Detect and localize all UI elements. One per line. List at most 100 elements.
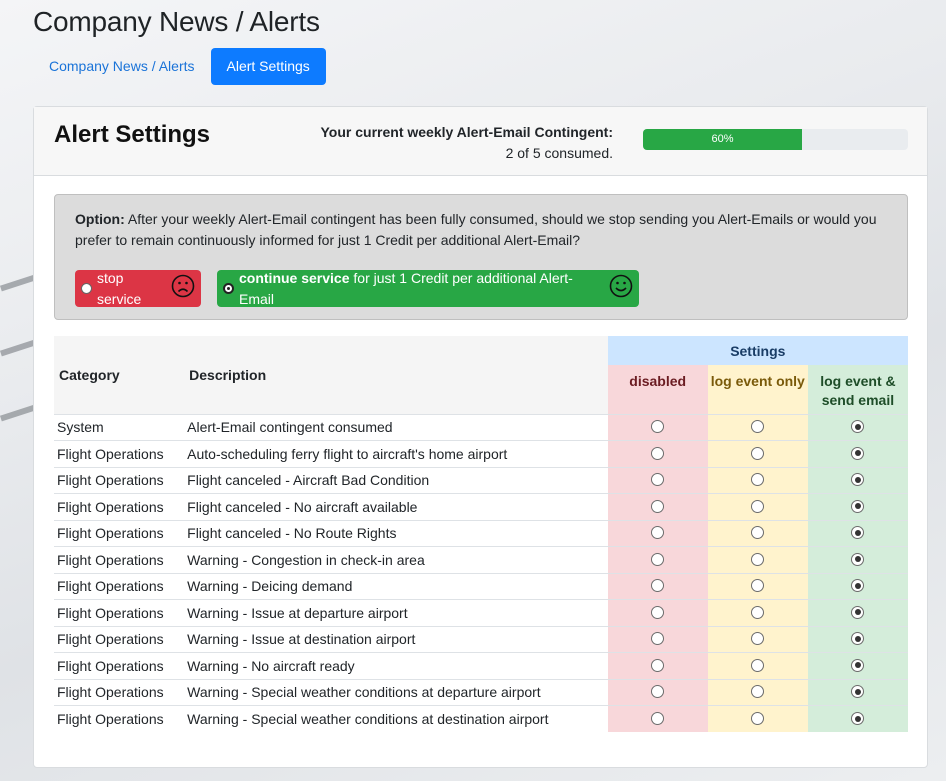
- stop-service-label: stop service: [97, 269, 142, 307]
- row-description: Flight canceled - Aircraft Bad Condition: [184, 466, 608, 494]
- setting-radio-log-only[interactable]: [751, 446, 765, 460]
- setting-cell-log-email: [807, 678, 908, 706]
- row-description: Warning - Congestion in check-in area: [184, 546, 608, 573]
- table-row: Flight Operations Auto-scheduling ferry f…: [54, 440, 908, 467]
- contingent-label: Your current weekly Alert-Email Continge…: [320, 124, 614, 140]
- setting-cell-disabled: [607, 493, 708, 520]
- setting-radio-disabled[interactable]: [651, 712, 665, 725]
- contingent-progress: 60%: [643, 129, 908, 150]
- setting-radio-log-only[interactable]: [751, 605, 765, 619]
- row-category: Flight Operations: [54, 572, 185, 600]
- setting-cell-log-only: [707, 678, 808, 706]
- setting-cell-log-email: [807, 705, 908, 732]
- setting-radio-log-email[interactable]: [851, 420, 865, 434]
- setting-radio-log-only[interactable]: [751, 685, 765, 699]
- setting-radio-disabled[interactable]: [651, 605, 665, 619]
- setting-radio-log-email[interactable]: [851, 552, 865, 566]
- setting-radio-disabled[interactable]: [651, 658, 665, 672]
- table-row: Flight Operations Warning - Issue at depa…: [54, 599, 908, 626]
- table-row: System Alert-Email contingent consumed: [54, 413, 908, 441]
- nav-alert-settings[interactable]: Alert Settings: [210, 48, 326, 85]
- setting-radio-disabled[interactable]: [651, 473, 665, 487]
- setting-cell-log-email: [807, 413, 908, 441]
- setting-cell-log-email: [807, 546, 908, 573]
- setting-cell-disabled: [607, 440, 708, 467]
- service-choices: stop service continue service for just 1…: [75, 270, 639, 307]
- setting-cell-disabled: [607, 546, 708, 573]
- setting-cell-disabled: [607, 466, 708, 494]
- setting-radio-disabled[interactable]: [651, 685, 665, 699]
- happy-face-icon: [609, 274, 633, 304]
- table-row: Flight Operations Flight canceled - Aircr…: [54, 466, 908, 494]
- column-header-log-email: log event & send email: [807, 365, 908, 414]
- column-header-disabled: disabled: [607, 365, 708, 414]
- continue-service-option[interactable]: continue service for just 1 Credit per a…: [217, 270, 639, 307]
- row-description: Auto-scheduling ferry flight to aircraft…: [184, 440, 608, 467]
- setting-radio-log-only[interactable]: [751, 552, 765, 566]
- row-category: Flight Operations: [54, 599, 185, 626]
- setting-radio-log-email[interactable]: [851, 579, 865, 593]
- contingent-status: 2 of 5 consumed.: [505, 145, 613, 161]
- row-description: Alert-Email contingent consumed: [184, 413, 608, 441]
- setting-radio-disabled[interactable]: [651, 552, 665, 566]
- setting-cell-disabled: [607, 678, 708, 706]
- row-description: Warning - No aircraft ready: [184, 652, 608, 679]
- setting-radio-disabled[interactable]: [651, 632, 665, 646]
- setting-cell-disabled: [607, 652, 708, 679]
- setting-radio-log-email[interactable]: [851, 446, 865, 460]
- setting-radio-disabled[interactable]: [651, 579, 665, 593]
- row-description: Warning - Issue at destination airport: [184, 625, 608, 653]
- row-description: Warning - Issue at departure airport: [184, 599, 608, 626]
- setting-radio-log-email[interactable]: [851, 658, 865, 672]
- setting-radio-log-only[interactable]: [751, 712, 765, 725]
- table-row: Flight Operations Warning - Special weath…: [54, 678, 908, 706]
- setting-radio-log-only[interactable]: [751, 579, 765, 593]
- table-row: Flight Operations Warning - Deicing deman…: [54, 572, 908, 600]
- stop-service-radio[interactable]: [81, 283, 92, 294]
- continue-service-bold: continue service: [239, 269, 350, 286]
- setting-cell-log-email: [807, 652, 908, 679]
- setting-radio-log-email[interactable]: [851, 605, 865, 619]
- setting-radio-disabled[interactable]: [651, 446, 665, 460]
- alert-settings-table: Category Description Settings disabled l…: [54, 336, 908, 732]
- setting-cell-log-only: [707, 705, 808, 732]
- setting-radio-disabled[interactable]: [651, 499, 665, 513]
- setting-radio-log-only[interactable]: [751, 499, 765, 513]
- setting-radio-log-only[interactable]: [751, 658, 765, 672]
- stop-service-option[interactable]: stop service: [75, 270, 201, 307]
- setting-radio-log-email[interactable]: [851, 712, 865, 725]
- table-body: System Alert-Email contingent consumed Fli…: [54, 413, 908, 732]
- nav-company-news[interactable]: Company News / Alerts: [33, 48, 211, 85]
- table-row: Flight Operations Warning - Issue at dest…: [54, 625, 908, 653]
- setting-cell-log-email: [807, 466, 908, 494]
- setting-radio-log-email[interactable]: [851, 473, 865, 487]
- setting-radio-log-email[interactable]: [851, 685, 865, 699]
- row-category: Flight Operations: [54, 546, 185, 573]
- setting-cell-disabled: [607, 705, 708, 732]
- card-header: Alert Settings Your current weekly Alert…: [34, 107, 927, 176]
- contingent-info: Your current weekly Alert-Email Continge…: [321, 122, 614, 164]
- row-description: Flight canceled - No aircraft available: [184, 493, 608, 520]
- setting-cell-log-email: [807, 599, 908, 626]
- setting-radio-log-only[interactable]: [751, 632, 765, 646]
- setting-radio-log-only[interactable]: [751, 473, 765, 487]
- setting-radio-log-only[interactable]: [751, 420, 765, 434]
- setting-radio-disabled[interactable]: [651, 420, 665, 434]
- option-label: Option:: [75, 211, 125, 227]
- table-row: Flight Operations Warning - No aircraft r…: [54, 652, 908, 679]
- setting-radio-log-email[interactable]: [851, 526, 865, 540]
- setting-radio-disabled[interactable]: [651, 526, 665, 540]
- table-row: Flight Operations Warning - Special weath…: [54, 705, 908, 732]
- setting-radio-log-email[interactable]: [851, 499, 865, 513]
- continue-service-radio[interactable]: [223, 283, 234, 294]
- row-category: Flight Operations: [54, 519, 185, 547]
- column-group-settings: Settings: [607, 336, 908, 365]
- row-category: Flight Operations: [54, 493, 185, 520]
- setting-cell-log-email: [807, 440, 908, 467]
- sad-face-icon: [171, 274, 195, 304]
- column-header-category: Category: [54, 336, 185, 415]
- table-row: Flight Operations Flight canceled - No ai…: [54, 493, 908, 520]
- setting-radio-log-only[interactable]: [751, 526, 765, 540]
- progress-fill: 60%: [643, 129, 802, 150]
- setting-radio-log-email[interactable]: [851, 632, 865, 646]
